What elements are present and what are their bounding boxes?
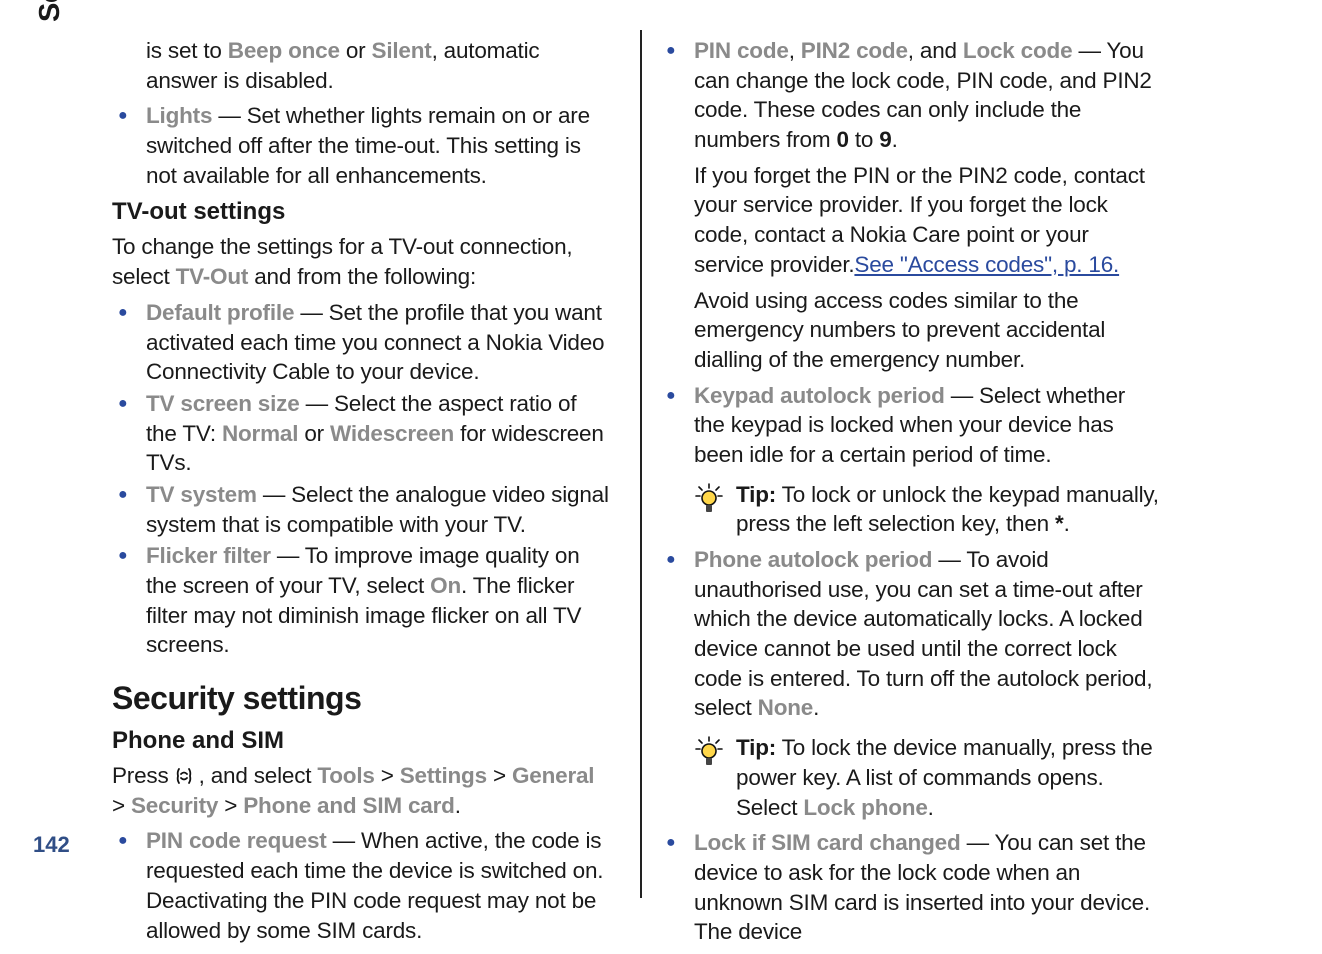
- list-item: Phone autolock period — To avoid unautho…: [660, 545, 1160, 723]
- page-number-text: 142: [33, 832, 70, 857]
- list-item: Lock if SIM card changed — You can set t…: [660, 828, 1160, 947]
- list-item: Flicker filter — To improve image qualit…: [112, 541, 612, 660]
- intro-continuation: is set to Beep once or Silent, automatic…: [112, 36, 612, 95]
- list-item: TV screen size — Select the aspect ratio…: [112, 389, 612, 478]
- security-list-right: PIN code, PIN2 code, and Lock code — You…: [660, 36, 1160, 155]
- list-item: Default profile — Set the profile that y…: [112, 298, 612, 387]
- tip-text: Tip: To lock the device manually, press …: [736, 733, 1160, 822]
- list-item: Lights — Set whether lights remain on or…: [112, 101, 612, 190]
- list-item: Keypad autolock period — Select whether …: [660, 381, 1160, 470]
- side-tab: Settings: [34, 0, 67, 22]
- tip-1: Tip: To lock or unlock the keypad manual…: [660, 480, 1160, 539]
- tip-text: Tip: To lock or unlock the keypad manual…: [736, 480, 1160, 539]
- tvout-list: Default profile — Set the profile that y…: [112, 298, 612, 660]
- tip-icon: [694, 482, 724, 539]
- side-tab-text: Settings: [34, 0, 66, 22]
- security-heading: Security settings: [112, 680, 612, 717]
- menu-key-icon: [175, 763, 199, 788]
- page: Settings 142 is set to Beep once or Sile…: [0, 0, 1322, 954]
- enhancement-list: Lights — Set whether lights remain on or…: [112, 101, 612, 190]
- phone-sim-heading: Phone and SIM: [112, 727, 612, 755]
- avoid-paragraph: Avoid using access codes similar to the …: [660, 286, 1160, 375]
- column-divider: [640, 30, 642, 898]
- list-item: TV system — Select the analogue video si…: [112, 480, 612, 539]
- tvout-intro: To change the settings for a TV-out conn…: [112, 232, 612, 291]
- security-list-right-2: Keypad autolock period — Select whether …: [660, 381, 1160, 470]
- security-list-left: PIN code request — When active, the code…: [112, 826, 612, 945]
- right-column: PIN code, PIN2 code, and Lock code — You…: [660, 30, 1180, 924]
- security-list-right-3: Phone autolock period — To avoid unautho…: [660, 545, 1160, 723]
- page-number: 142: [33, 832, 70, 858]
- access-codes-link[interactable]: See "Access codes", p. 16.: [854, 252, 1119, 277]
- security-list-right-4: Lock if SIM card changed — You can set t…: [660, 828, 1160, 947]
- press-path: Press , and select Tools > Settings > Ge…: [112, 761, 612, 820]
- tip-icon: [694, 735, 724, 822]
- list-item: PIN code, PIN2 code, and Lock code — You…: [660, 36, 1160, 155]
- tvout-heading: TV-out settings: [112, 198, 612, 226]
- list-item: PIN code request — When active, the code…: [112, 826, 612, 945]
- tip-2: Tip: To lock the device manually, press …: [660, 733, 1160, 822]
- left-column: is set to Beep once or Silent, automatic…: [112, 30, 632, 924]
- forget-paragraph: If you forget the PIN or the PIN2 code, …: [660, 161, 1160, 280]
